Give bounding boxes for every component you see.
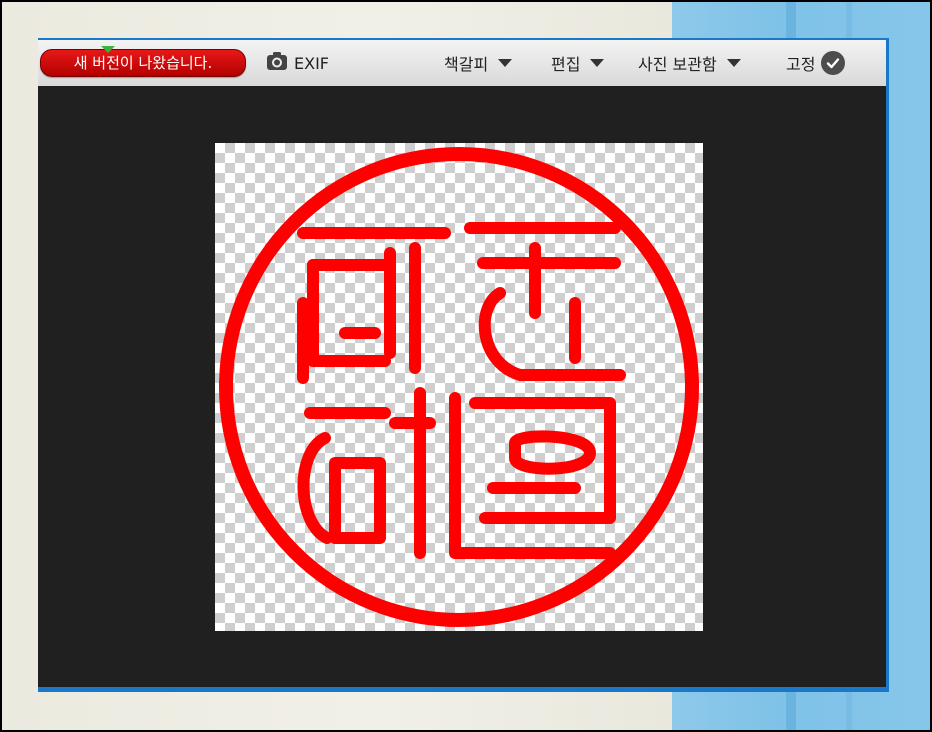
edit-menu-label: 편집: [551, 55, 581, 74]
image-viewer-window: 새 버전이 나왔습니다. EXIF 책갈피 편집 사진 보관함 고정: [38, 38, 889, 692]
photo-storage-menu[interactable]: 사진 보관함: [638, 50, 741, 76]
pin-label: 고정: [786, 55, 816, 74]
caret-down-icon: [590, 59, 605, 67]
update-available-badge[interactable]: 새 버전이 나왔습니다.: [40, 46, 246, 77]
exif-button[interactable]: EXIF: [266, 50, 329, 76]
red-seal-image: [219, 147, 699, 627]
pin-toggle[interactable]: 고정: [786, 50, 846, 76]
camera-icon: [266, 51, 288, 75]
caret-down-icon: [726, 59, 741, 67]
badge-pointer-icon: [101, 46, 115, 53]
edit-menu[interactable]: 편집: [551, 50, 605, 76]
check-circle-icon: [821, 51, 846, 75]
caret-down-icon: [498, 59, 513, 67]
bookmark-menu[interactable]: 책갈피: [444, 50, 513, 76]
toolbar: 새 버전이 나왔습니다. EXIF 책갈피 편집 사진 보관함 고정: [38, 40, 886, 87]
image-viewport: [38, 86, 886, 687]
update-badge-label: 새 버전이 나왔습니다.: [73, 54, 213, 72]
photo-storage-menu-label: 사진 보관함: [638, 55, 717, 74]
bookmark-menu-label: 책갈피: [444, 55, 489, 74]
exif-label: EXIF: [294, 53, 329, 73]
displayed-image: [215, 143, 703, 631]
